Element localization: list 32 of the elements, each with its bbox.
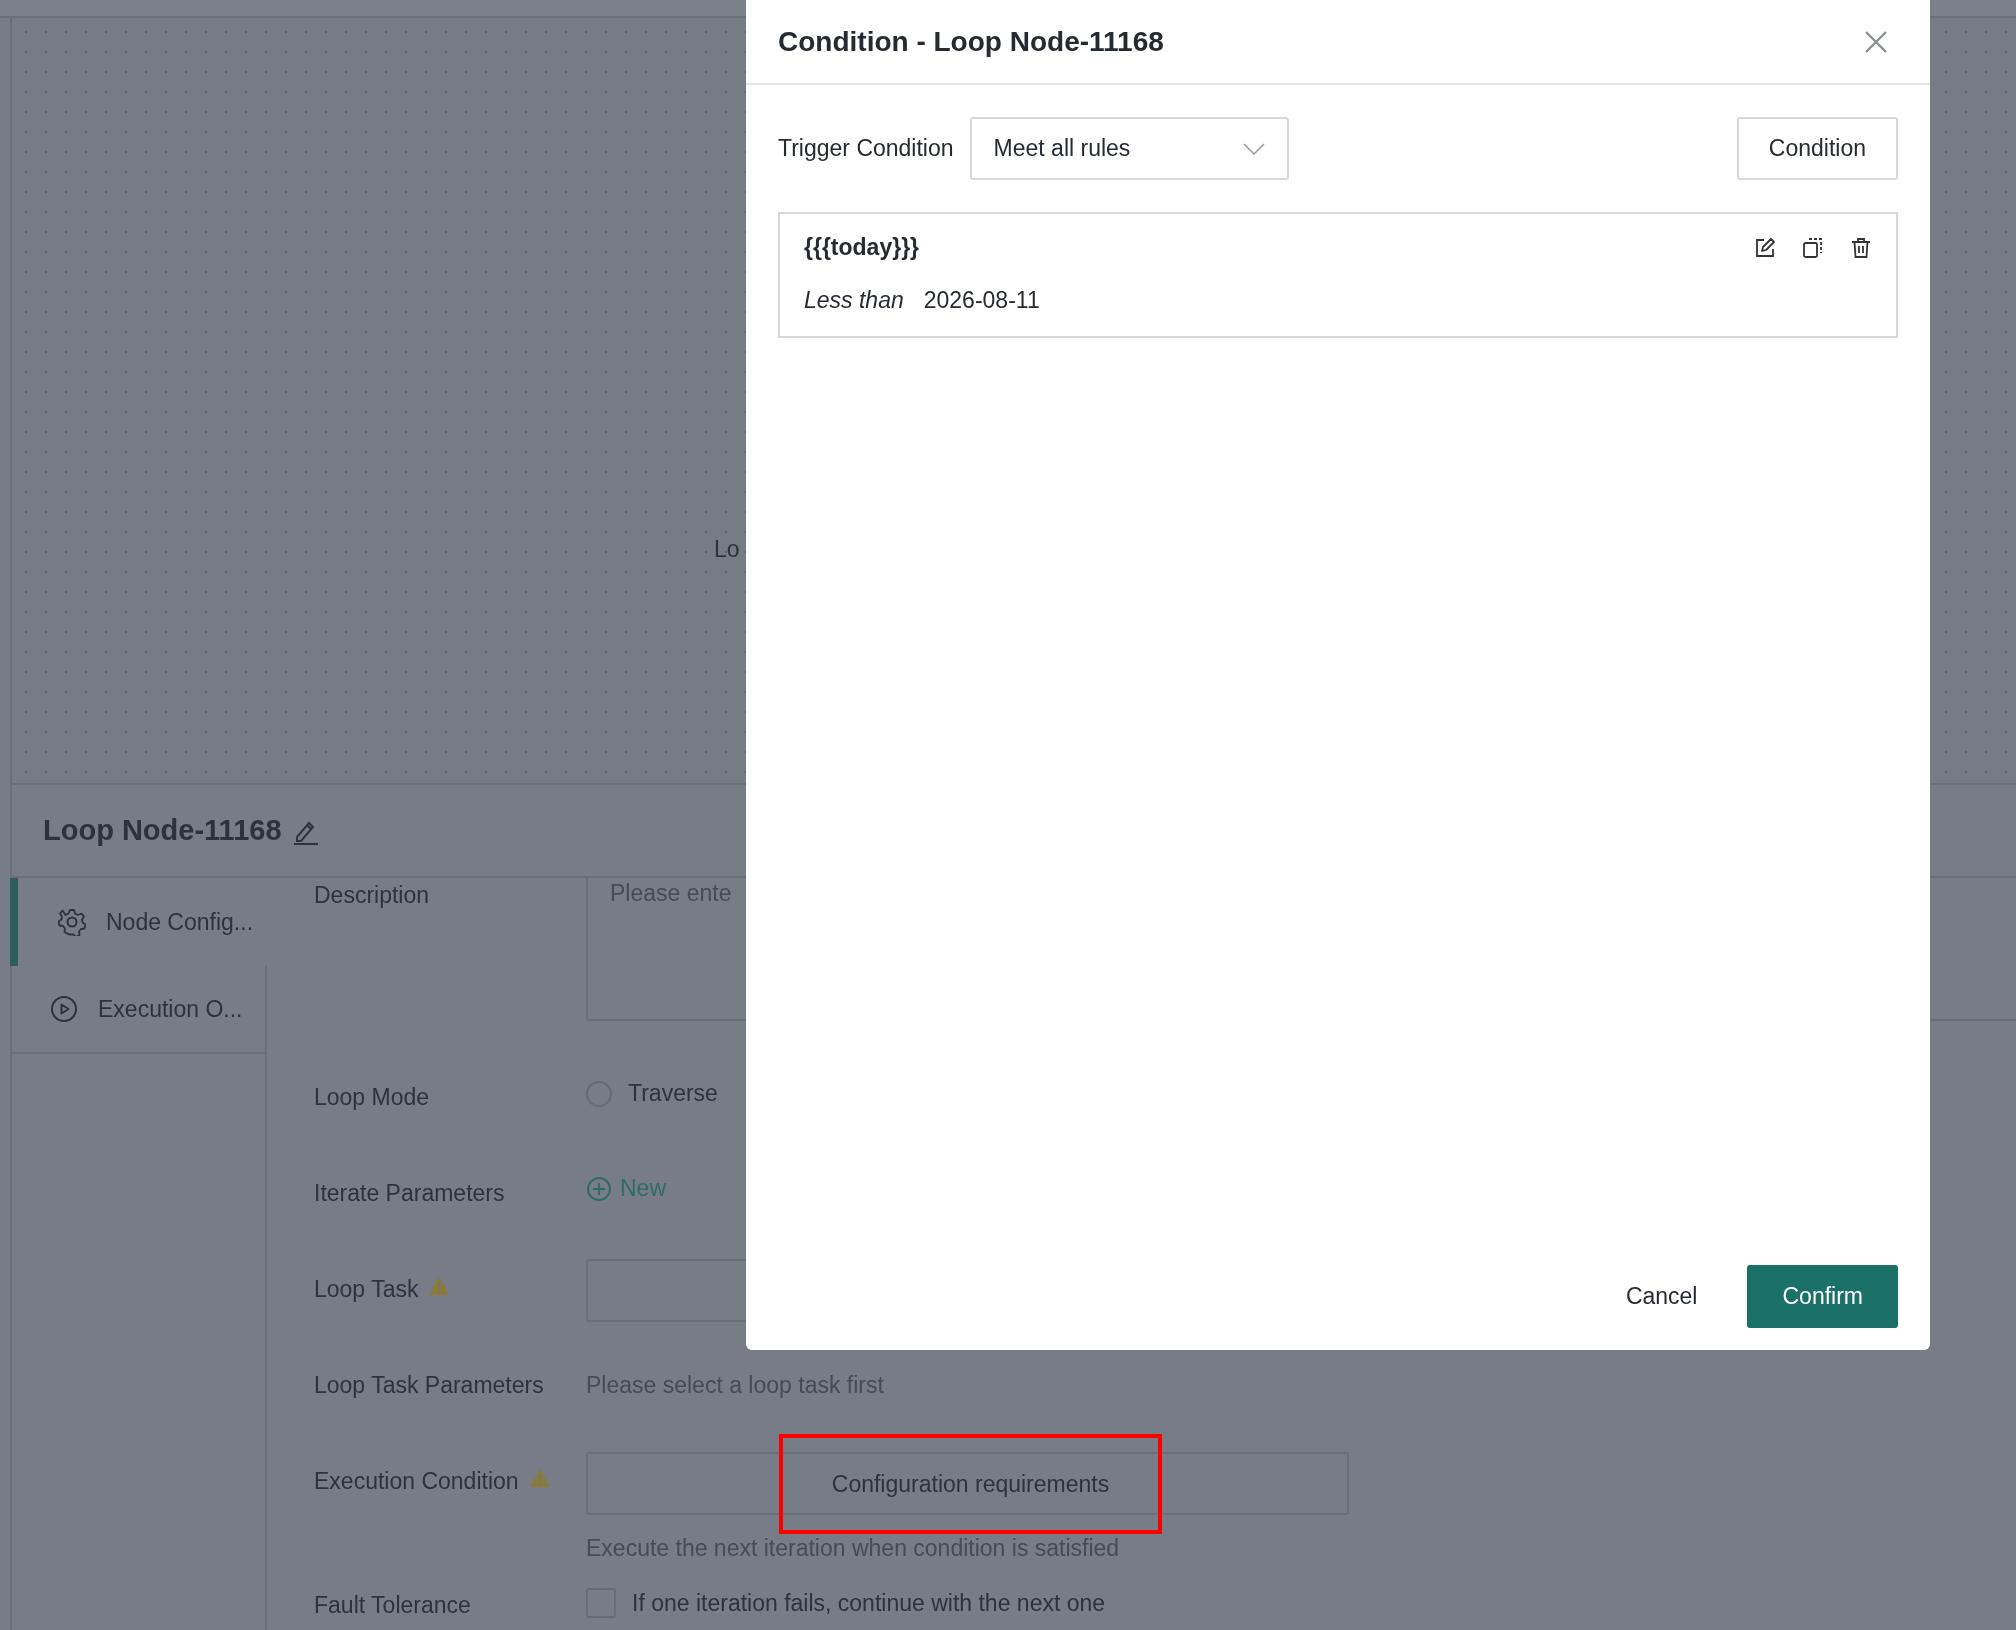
field-label: Execution Condition <box>314 1468 519 1495</box>
confirm-button[interactable]: Confirm <box>1747 1265 1898 1328</box>
radio-option[interactable]: Traverse <box>586 1064 2016 1107</box>
play-circle-icon <box>50 995 78 1023</box>
side-tab[interactable]: Node Config... <box>10 878 267 966</box>
gear-icon <box>58 908 86 936</box>
side-tab[interactable]: Execution O... <box>12 966 267 1054</box>
field-label: Fault Tolerance <box>314 1592 471 1619</box>
close-icon[interactable] <box>1864 29 1888 54</box>
add-condition-button[interactable]: Condition <box>1736 117 1898 180</box>
trash-icon[interactable] <box>1850 236 1872 259</box>
field-label: Loop Task Parameters <box>314 1372 544 1399</box>
trigger-label: Trigger Condition <box>778 135 954 162</box>
rule-field: {{{today}}} <box>804 234 920 261</box>
edit-icon[interactable] <box>1754 236 1776 259</box>
copy-icon[interactable] <box>1802 236 1824 259</box>
cancel-button[interactable]: Cancel <box>1615 1283 1708 1310</box>
rule-value: 2026-08-11 <box>923 287 1040 314</box>
trigger-select[interactable]: Meet all rules <box>969 117 1289 180</box>
node-title: Loop Node-11168 <box>43 814 282 847</box>
dialog-title: Condition - Loop Node-11168 <box>778 25 1164 58</box>
node-label: Lo <box>714 536 740 563</box>
field-label: Description <box>314 882 430 909</box>
field-label: Iterate Parameters <box>314 1180 505 1207</box>
field-value: Configuration requirements <box>831 1470 1110 1498</box>
condition-field[interactable] <box>586 1452 1349 1515</box>
chevron-down-icon <box>1242 142 1265 155</box>
checkbox-label: If one iteration fails, continue with the next one <box>632 1589 1106 1617</box>
field-label: Loop Mode <box>314 1084 430 1111</box>
plus-circle-icon <box>586 1175 612 1202</box>
field-label: Loop Task <box>314 1276 419 1303</box>
rule-operator: Less than <box>804 287 904 314</box>
